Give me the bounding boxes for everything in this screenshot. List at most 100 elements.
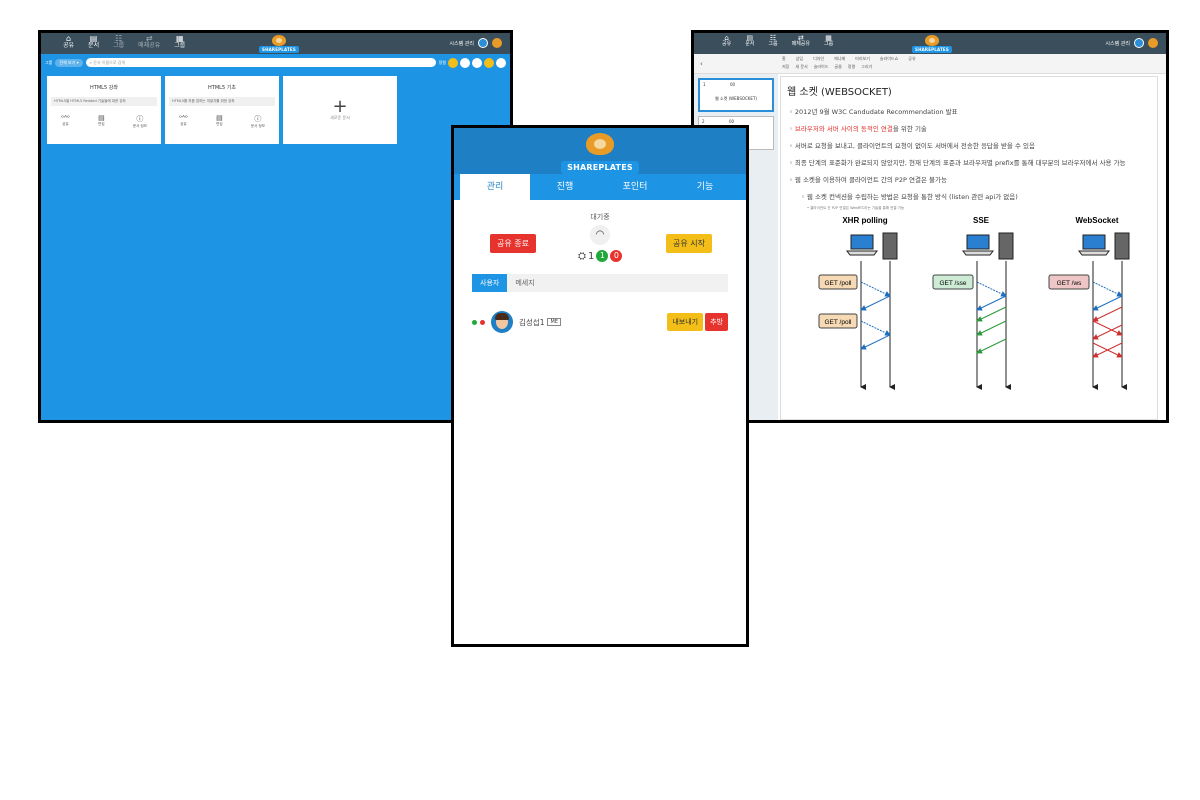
toolbar-tool[interactable]: 슬라이드 (814, 64, 829, 70)
tab-users[interactable]: 사용자 (472, 274, 508, 292)
toolbar-tool[interactable]: 저장 (782, 64, 789, 70)
nav-item-label: 공유 (63, 42, 75, 49)
tab-features[interactable]: 기능 (670, 174, 740, 200)
search-icon: ⌕ (89, 60, 92, 65)
slide-thumbnail[interactable]: 1 00 웹 소켓 (WEBSOCKET) (698, 78, 774, 112)
user-name: 시스템 관리 (449, 40, 474, 47)
toolbar-tab[interactable]: 슬라이드쇼 (880, 56, 898, 62)
avatar[interactable] (1148, 38, 1158, 48)
sort-option-icon[interactable] (460, 57, 470, 68)
avatar[interactable] (492, 38, 502, 48)
ws-message-arrows (1092, 306, 1123, 358)
nav-item[interactable]: ☷ 그룹 (768, 35, 778, 48)
toolbar-tools: 저장 새 문서 슬라이드 글꼴 정렬 그리기 (782, 64, 872, 70)
toolbar-tab[interactable]: 디자인 (813, 56, 824, 62)
bullet: ◦ 웹 소켓을 이용하여 클라이언트 간의 P2P 연결은 불가능 (789, 176, 947, 184)
toolbar-tabs: 홈 삽입 디자인 애니메 미리보기 슬라이드쇼 공유 (782, 56, 916, 62)
toolbar-tab[interactable]: 공유 (908, 56, 915, 62)
sub-bullet: ◦ 웹 소켓 컨넥션을 수립하는 방법은 요청을 통한 방식 (listen 관… (801, 193, 1018, 201)
slide-canvas[interactable]: 웹 소켓 (WEBSOCKET) ◦ 2012년 9월 W3C Candudat… (780, 76, 1158, 420)
search-placeholder: 문서 이름으로 검색 (93, 60, 126, 65)
brand-logo[interactable]: SHAREPLATES (912, 35, 952, 53)
bullet-text: 최종 단계의 표준화가 완료되지 않았지만, 현재 단계의 표준과 브라우저별 … (794, 159, 1126, 167)
new-document-card[interactable]: + 새로운 문서 (283, 76, 397, 144)
nav-item-label: 그룹 (824, 41, 834, 47)
user-menu[interactable]: 시스템 관리 (1105, 38, 1158, 48)
toolbar-tab[interactable]: 애니메 (834, 56, 845, 62)
avatar (491, 311, 513, 333)
toolbar-tab[interactable]: 삽입 (796, 56, 803, 62)
sort-option-icon[interactable] (484, 57, 494, 68)
svg-text:GET /poll: GET /poll (825, 280, 853, 287)
online-status-icon (472, 319, 477, 325)
nav-item[interactable]: ⇄ 매체공유 (138, 35, 160, 50)
document-card[interactable]: HTML5 기초 HTML5를 처음 접하는 개발자를 위한 강좌 ᵒᴬᵒ 공유 … (165, 76, 279, 144)
nav-item[interactable]: ▦ 그룹 (824, 35, 834, 48)
toolbar-tab[interactable]: 홈 (782, 56, 786, 62)
document-cards: HTML5 강좌 HTML5을 HTML5 Related 기술들에 대한 강좌… (41, 71, 510, 149)
brand-logo[interactable]: SHAREPLATES (454, 133, 746, 174)
nav-item-label: 공유 (722, 41, 732, 47)
search-input[interactable]: ⌕ 문서 이름으로 검색 (85, 58, 436, 67)
toolbar-tool[interactable]: 정렬 (848, 64, 855, 70)
share-button[interactable]: ᵒᴬᵒ 공유 (179, 114, 188, 129)
user-menu[interactable]: 시스템 관리 (449, 38, 502, 48)
document-list-screenshot: ⌂ 공유 ▤ 문서 ☷ 그룹 ⇄ 매체공유 ▦ 그룹 SHAREPLATES 시스템 관리 그룹 … (38, 30, 513, 423)
nav-item[interactable]: ⇄ 매체공유 (792, 35, 810, 48)
nav-item[interactable]: ⌂ 공유 (722, 35, 732, 48)
get-ws-label: GET /ws (1048, 274, 1090, 290)
bullet-highlight: 브라우저와 서버 사이의 동적인 연결 (794, 125, 893, 133)
svg-text:GET /ws: GET /ws (1057, 280, 1083, 287)
edit-button[interactable]: ▤ 편집 (216, 114, 223, 129)
export-button[interactable]: 내보내기 (667, 313, 704, 331)
get-sse-label: GET /sse (932, 274, 974, 290)
start-share-button[interactable]: 공유 시작 (666, 234, 712, 253)
nav-item[interactable]: ▤ 문서 (88, 34, 99, 50)
sort-option-icon[interactable] (472, 57, 482, 68)
nav-item[interactable]: ⌂ 공유 (63, 35, 75, 50)
logo-text: SHAREPLATES (912, 46, 952, 53)
get-poll-label: GET /poll (818, 313, 858, 329)
kick-button[interactable]: 추방 (705, 313, 728, 331)
online-count-badge: 1 (596, 250, 609, 262)
sort-option-icon[interactable] (448, 57, 458, 68)
back-icon[interactable]: ‹ (700, 60, 703, 68)
slide-thumb-title: 웹 소켓 (WEBSOCKET) (715, 96, 757, 101)
toolbar-tab[interactable]: 미리보기 (855, 56, 870, 62)
info-button[interactable]: ⓘ 문서 정보 (251, 114, 265, 129)
xhr-arrows (860, 281, 891, 350)
info-button[interactable]: ⓘ 문서 정보 (133, 114, 147, 129)
brand-logo[interactable]: SHAREPLATES (259, 35, 299, 53)
group-select-value: 전체 보기 (59, 59, 76, 65)
sort-option-icon[interactable] (496, 57, 506, 68)
nav-item-label: 그룹 (174, 42, 186, 49)
toolbar-tool[interactable]: 새 문서 (795, 64, 807, 70)
server-icon (1114, 232, 1130, 260)
nav-item[interactable]: ▦ 그룹 (174, 35, 186, 50)
toolbar-tool[interactable]: 그리기 (861, 64, 872, 70)
participant-counts: ⛭ 1 1 0 (578, 250, 623, 262)
edit-button[interactable]: ▤ 편집 (98, 114, 105, 129)
toolbar-tool[interactable]: 글꼴 (834, 64, 841, 70)
group-select[interactable]: 전체 보기 ▾ (55, 58, 83, 67)
edit-icon: ▤ (98, 114, 105, 122)
logo-text: SHAREPLATES (259, 46, 299, 53)
document-card[interactable]: HTML5 강좌 HTML5을 HTML5 Related 기술들에 대한 강좌… (47, 76, 161, 144)
doc-icon: ▤ (89, 34, 98, 43)
nav-item-label: 그룹 (768, 41, 778, 47)
bullet-text: 웹 소켓을 이용하여 클라이언트 간의 P2P 연결은 불가능 (794, 176, 947, 184)
end-share-button[interactable]: 공유 종료 (490, 234, 536, 253)
user-status-dots (472, 319, 485, 325)
share-button[interactable]: ᵒᴬᵒ 공유 (61, 114, 70, 129)
plus-icon: + (332, 96, 348, 117)
tab-pointer[interactable]: 포인터 (600, 174, 670, 200)
tab-progress[interactable]: 진행 (530, 174, 600, 200)
settings-icon[interactable] (1134, 38, 1144, 48)
share-label: 공유 (180, 122, 187, 126)
tab-manage[interactable]: 관리 (460, 174, 530, 200)
slide-number: 2 (702, 119, 705, 124)
nav-item[interactable]: ▤ 문서 (745, 35, 754, 48)
nav-item[interactable]: ☷ 그룹 (113, 35, 124, 50)
settings-icon[interactable] (478, 38, 488, 48)
tab-messages[interactable]: 메세지 (507, 274, 542, 292)
